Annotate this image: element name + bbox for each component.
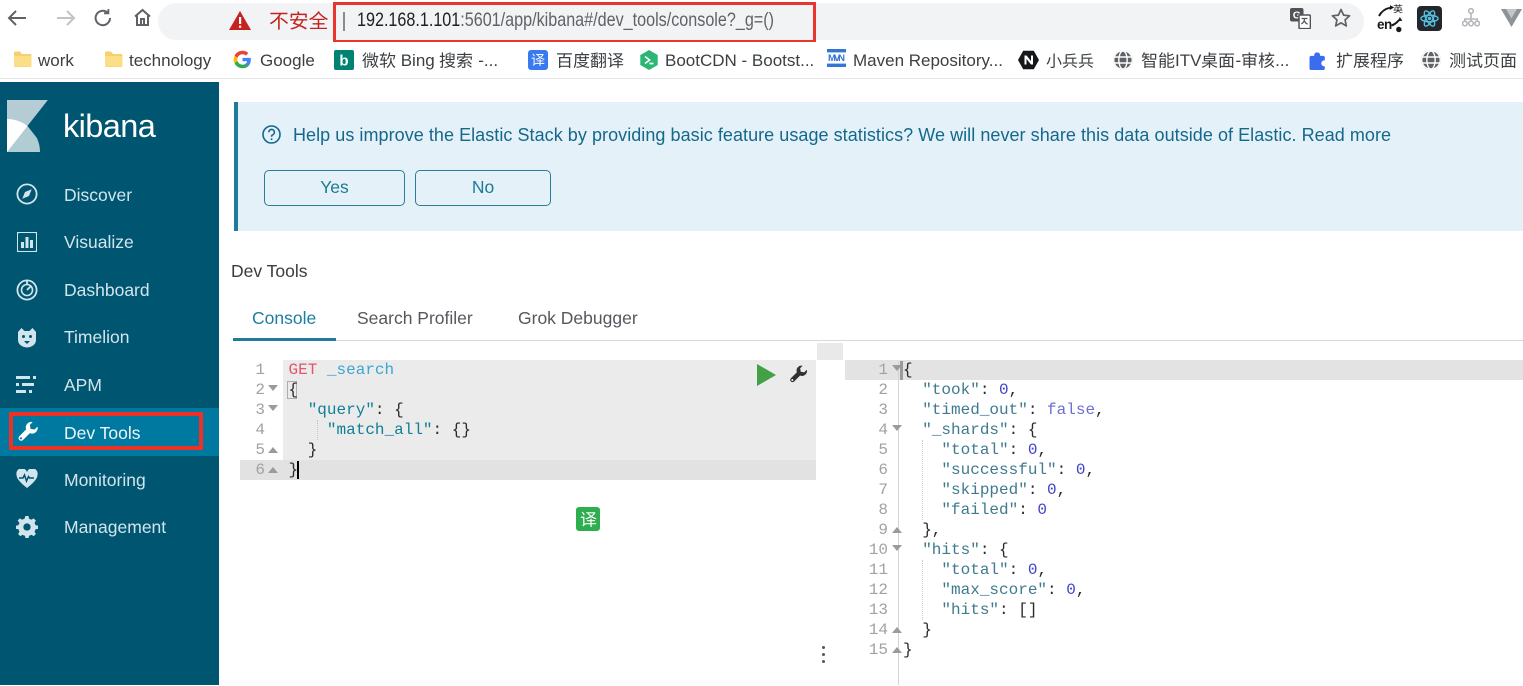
svg-text:MVN: MVN (828, 53, 845, 64)
svg-text:b: b (339, 53, 348, 70)
